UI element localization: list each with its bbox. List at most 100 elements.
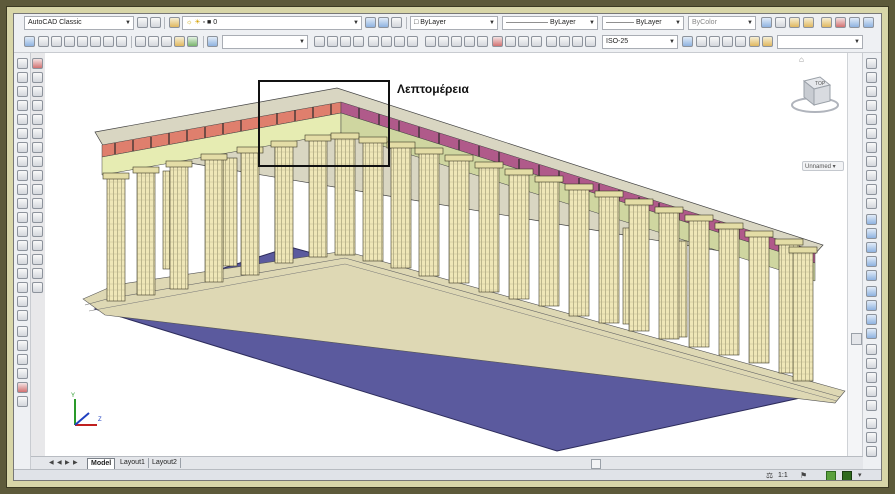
dim-update-icon[interactable] [572, 36, 583, 47]
materials-icon[interactable] [17, 396, 28, 407]
solid-edit-icon[interactable] [866, 372, 877, 383]
scroll-thumb[interactable] [851, 333, 862, 345]
rectangle-icon[interactable] [17, 114, 28, 125]
color-dropdown[interactable]: □ ByLayer ▼ [410, 16, 498, 30]
help-icon[interactable] [150, 17, 161, 28]
union-icon[interactable] [866, 386, 877, 397]
solid-cone-icon[interactable] [866, 328, 877, 339]
erase-icon[interactable] [32, 58, 43, 69]
solid-cylinder-icon[interactable] [866, 314, 877, 325]
scale-icon[interactable] [32, 156, 43, 167]
arc-length-icon[interactable] [340, 36, 351, 47]
display-icon[interactable] [849, 17, 860, 28]
back-view-icon[interactable] [103, 36, 114, 47]
endpoint-icon[interactable] [866, 86, 877, 97]
construction-line-icon[interactable] [17, 72, 28, 83]
iso-view-icon[interactable] [116, 36, 127, 47]
fly-icon[interactable] [17, 368, 28, 379]
tolerance-icon[interactable] [492, 36, 503, 47]
quadrant-icon[interactable] [866, 156, 877, 167]
line-icon[interactable] [17, 58, 28, 69]
bottom-view-icon[interactable] [51, 36, 62, 47]
zoom-icon[interactable] [207, 36, 218, 47]
annotation-scale-icon[interactable]: ⚖ [766, 471, 776, 480]
left-view-icon[interactable] [64, 36, 75, 47]
view-dropdown[interactable]: ▼ [222, 35, 308, 49]
model-viewport[interactable]: Λεπτομέρεια Y Z TOP ⌂ Unnamed ▾ [45, 53, 863, 456]
diameter-icon[interactable] [394, 36, 405, 47]
tangent-icon[interactable] [866, 170, 877, 181]
dim-style-icon[interactable] [585, 36, 596, 47]
layer-properties-icon[interactable] [169, 17, 180, 28]
dim-edit-icon[interactable] [546, 36, 557, 47]
linear-dim-icon[interactable] [314, 36, 325, 47]
perpendicular-icon[interactable] [866, 184, 877, 195]
insert-block-icon[interactable] [17, 212, 28, 223]
solid-torus-icon[interactable] [866, 358, 877, 369]
hidden-icon[interactable] [148, 36, 159, 47]
lineweight-dropdown[interactable]: ———— ByLayer ▼ [602, 16, 684, 30]
gradient-icon[interactable] [17, 268, 28, 279]
extend-icon[interactable] [32, 198, 43, 209]
quick-dim-icon[interactable] [425, 36, 436, 47]
solid-sphere-icon[interactable] [866, 300, 877, 311]
baseline-icon[interactable] [438, 36, 449, 47]
make-current-layer-icon[interactable] [365, 17, 376, 28]
jogged-linear-icon[interactable] [531, 36, 542, 47]
arc-icon[interactable] [17, 128, 28, 139]
plotstyle-dropdown[interactable]: ByColor ▼ [688, 16, 756, 30]
linetype-dropdown[interactable]: —————— ByLayer ▼ [502, 16, 598, 30]
node-icon[interactable] [866, 228, 877, 239]
layout-icon[interactable] [761, 17, 772, 28]
annotation-visibility-icon[interactable]: ⚑ [800, 471, 810, 480]
hatch-icon[interactable] [17, 254, 28, 265]
last-tab-icon[interactable]: ▶ [73, 459, 79, 467]
intersection-icon[interactable] [866, 114, 877, 125]
break-icon[interactable] [477, 36, 488, 47]
layer-dropdown[interactable]: ☼ ☀ ▫ ■ 0 ▼ [182, 16, 362, 30]
radius-icon[interactable] [368, 36, 379, 47]
front-view-icon[interactable] [90, 36, 101, 47]
named-view-menu[interactable]: Unnamed ▾ [802, 161, 844, 171]
chamfer-icon[interactable] [32, 254, 43, 265]
nearest-icon[interactable] [866, 242, 877, 253]
make-block-icon[interactable] [17, 226, 28, 237]
walk-icon[interactable] [17, 354, 28, 365]
lock-icon[interactable] [842, 471, 852, 480]
none-snap-icon[interactable] [866, 256, 877, 267]
angular-icon[interactable] [407, 36, 418, 47]
dim-icon[interactable] [17, 326, 28, 337]
viewport-scale-icon[interactable] [866, 446, 877, 457]
fillet-icon[interactable] [32, 268, 43, 279]
layout-viewports-icon[interactable] [866, 418, 877, 429]
zoom-window-icon[interactable] [722, 36, 733, 47]
prev-tab-icon[interactable]: ◀ [57, 459, 63, 467]
tool-palette-icon[interactable] [749, 36, 760, 47]
dimstyle-dropdown[interactable]: ISO-25 ▼ [602, 35, 678, 49]
home-icon[interactable]: ⌂ [799, 55, 809, 65]
table-icon[interactable] [17, 296, 28, 307]
extension-icon[interactable] [866, 128, 877, 139]
region-icon[interactable] [17, 282, 28, 293]
tab-model[interactable]: Model [87, 458, 116, 469]
2d-wireframe-icon[interactable] [135, 36, 146, 47]
viewcube[interactable]: TOP [790, 73, 840, 115]
zoom-previous-icon[interactable] [735, 36, 746, 47]
solid-wedge-icon[interactable] [866, 344, 877, 355]
orbit-icon[interactable] [17, 340, 28, 351]
aligned-dim-icon[interactable] [327, 36, 338, 47]
right-dropdown[interactable]: ▼ [777, 35, 863, 49]
workspace-dropdown[interactable]: AutoCAD Classic ▼ [24, 16, 134, 30]
edit-icon[interactable] [789, 17, 800, 28]
offset-icon[interactable] [32, 100, 43, 111]
snap-settings-icon[interactable] [866, 270, 877, 281]
midpoint-icon[interactable] [866, 100, 877, 111]
layer-states-icon[interactable] [391, 17, 402, 28]
polyline-icon[interactable] [17, 86, 28, 97]
trim-icon[interactable] [32, 184, 43, 195]
pan-icon[interactable] [696, 36, 707, 47]
solid-box-icon[interactable] [866, 286, 877, 297]
tab-layout1[interactable]: Layout1 [117, 458, 149, 468]
annotation-scale-value[interactable]: 1:1 [778, 471, 788, 480]
mirror-icon[interactable] [32, 86, 43, 97]
